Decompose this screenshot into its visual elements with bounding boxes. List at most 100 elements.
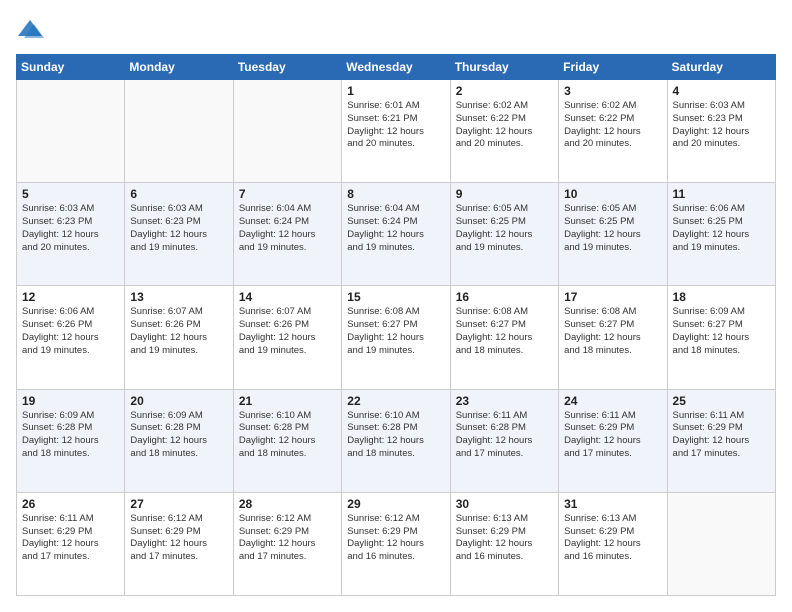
day-number: 5 <box>22 187 119 201</box>
day-info: Sunrise: 6:03 AM Sunset: 6:23 PM Dayligh… <box>130 203 227 254</box>
calendar-cell: 29Sunrise: 6:12 AM Sunset: 6:29 PM Dayli… <box>342 492 450 595</box>
calendar-cell <box>17 80 125 183</box>
calendar-cell <box>125 80 233 183</box>
calendar-cell: 30 Sunrise: 6:13 AM Sunset: 6:29 PM Dayli… <box>450 492 558 595</box>
day-number: 23 <box>456 394 553 408</box>
calendar-cell <box>233 80 341 183</box>
day-number: 27 <box>130 497 227 511</box>
calendar-cell: 7 Sunrise: 6:04 AM Sunset: 6:24 PM Daylig… <box>233 183 341 286</box>
calendar-cell: 27Sunrise: 6:12 AM Sunset: 6:29 PM Dayli… <box>125 492 233 595</box>
weekday-header-monday: Monday <box>125 55 233 80</box>
day-info: Sunrise: 6:11 AM Sunset: 6:28 PM Dayligh… <box>456 410 553 461</box>
calendar-cell: 9Sunrise: 6:05 AM Sunset: 6:25 PM Daylig… <box>450 183 558 286</box>
day-info: Sunrise: 6:10 AM Sunset: 6:28 PM Dayligh… <box>347 410 444 461</box>
day-info: Sunrise: 6:12 AM Sunset: 6:29 PM Dayligh… <box>239 513 336 564</box>
calendar-cell: 10Sunrise: 6:05 AM Sunset: 6:25 PM Dayli… <box>559 183 667 286</box>
day-number: 6 <box>130 187 227 201</box>
day-number: 28 <box>239 497 336 511</box>
calendar-cell: 6 Sunrise: 6:03 AM Sunset: 6:23 PM Daylig… <box>125 183 233 286</box>
day-number: 22 <box>347 394 444 408</box>
day-info: Sunrise: 6:05 AM Sunset: 6:25 PM Dayligh… <box>564 203 661 254</box>
weekday-header-thursday: Thursday <box>450 55 558 80</box>
day-info: Sunrise: 6:09 AM Sunset: 6:27 PM Dayligh… <box>673 306 770 357</box>
week-row-4: 26Sunrise: 6:11 AM Sunset: 6:29 PM Dayli… <box>17 492 776 595</box>
day-info: Sunrise: 6:04 AM Sunset: 6:24 PM Dayligh… <box>347 203 444 254</box>
week-row-2: 12 Sunrise: 6:06 AM Sunset: 6:26 PM Dayli… <box>17 286 776 389</box>
day-info: Sunrise: 6:11 AM Sunset: 6:29 PM Dayligh… <box>673 410 770 461</box>
page: SundayMondayTuesdayWednesdayThursdayFrid… <box>0 0 792 612</box>
logo <box>16 16 48 44</box>
day-info: Sunrise: 6:06 AM Sunset: 6:25 PM Dayligh… <box>673 203 770 254</box>
calendar-cell <box>667 492 775 595</box>
day-number: 14 <box>239 290 336 304</box>
day-info: Sunrise: 6:10 AM Sunset: 6:28 PM Dayligh… <box>239 410 336 461</box>
day-info: Sunrise: 6:04 AM Sunset: 6:24 PM Dayligh… <box>239 203 336 254</box>
weekday-header-saturday: Saturday <box>667 55 775 80</box>
calendar-cell: 20Sunrise: 6:09 AM Sunset: 6:28 PM Dayli… <box>125 389 233 492</box>
calendar-cell: 11 Sunrise: 6:06 AM Sunset: 6:25 PM Dayli… <box>667 183 775 286</box>
calendar-cell: 15Sunrise: 6:08 AM Sunset: 6:27 PM Dayli… <box>342 286 450 389</box>
weekday-header-wednesday: Wednesday <box>342 55 450 80</box>
day-info: Sunrise: 6:02 AM Sunset: 6:22 PM Dayligh… <box>456 100 553 151</box>
calendar-cell: 19 Sunrise: 6:09 AM Sunset: 6:28 PM Dayli… <box>17 389 125 492</box>
calendar-cell: 3 Sunrise: 6:02 AM Sunset: 6:22 PM Daylig… <box>559 80 667 183</box>
day-number: 19 <box>22 394 119 408</box>
day-info: Sunrise: 6:02 AM Sunset: 6:22 PM Dayligh… <box>564 100 661 151</box>
calendar-cell: 16Sunrise: 6:08 AM Sunset: 6:27 PM Dayli… <box>450 286 558 389</box>
day-info: Sunrise: 6:09 AM Sunset: 6:28 PM Dayligh… <box>22 410 119 461</box>
weekday-header-tuesday: Tuesday <box>233 55 341 80</box>
header <box>16 16 776 44</box>
day-number: 1 <box>347 84 444 98</box>
day-info: Sunrise: 6:13 AM Sunset: 6:29 PM Dayligh… <box>564 513 661 564</box>
day-info: Sunrise: 6:01 AM Sunset: 6:21 PM Dayligh… <box>347 100 444 151</box>
weekday-header-friday: Friday <box>559 55 667 80</box>
day-info: Sunrise: 6:12 AM Sunset: 6:29 PM Dayligh… <box>347 513 444 564</box>
calendar-cell: 24Sunrise: 6:11 AM Sunset: 6:29 PM Dayli… <box>559 389 667 492</box>
week-row-3: 19 Sunrise: 6:09 AM Sunset: 6:28 PM Dayli… <box>17 389 776 492</box>
day-info: Sunrise: 6:08 AM Sunset: 6:27 PM Dayligh… <box>564 306 661 357</box>
calendar-cell: 28 Sunrise: 6:12 AM Sunset: 6:29 PM Dayli… <box>233 492 341 595</box>
day-number: 2 <box>456 84 553 98</box>
day-info: Sunrise: 6:07 AM Sunset: 6:26 PM Dayligh… <box>239 306 336 357</box>
day-number: 21 <box>239 394 336 408</box>
day-number: 3 <box>564 84 661 98</box>
calendar-cell: 14 Sunrise: 6:07 AM Sunset: 6:26 PM Dayli… <box>233 286 341 389</box>
day-number: 17 <box>564 290 661 304</box>
day-info: Sunrise: 6:11 AM Sunset: 6:29 PM Dayligh… <box>564 410 661 461</box>
day-number: 16 <box>456 290 553 304</box>
day-info: Sunrise: 6:13 AM Sunset: 6:29 PM Dayligh… <box>456 513 553 564</box>
calendar-cell: 2 Sunrise: 6:02 AM Sunset: 6:22 PM Daylig… <box>450 80 558 183</box>
day-number: 25 <box>673 394 770 408</box>
calendar-cell: 21 Sunrise: 6:10 AM Sunset: 6:28 PM Dayli… <box>233 389 341 492</box>
calendar-table: SundayMondayTuesdayWednesdayThursdayFrid… <box>16 54 776 596</box>
day-info: Sunrise: 6:06 AM Sunset: 6:26 PM Dayligh… <box>22 306 119 357</box>
calendar-cell: 31 Sunrise: 6:13 AM Sunset: 6:29 PM Dayli… <box>559 492 667 595</box>
day-number: 9 <box>456 187 553 201</box>
day-number: 11 <box>673 187 770 201</box>
logo-icon <box>16 16 44 44</box>
day-info: Sunrise: 6:07 AM Sunset: 6:26 PM Dayligh… <box>130 306 227 357</box>
day-number: 18 <box>673 290 770 304</box>
calendar-cell: 1 Sunrise: 6:01 AM Sunset: 6:21 PM Daylig… <box>342 80 450 183</box>
calendar-cell: 4Sunrise: 6:03 AM Sunset: 6:23 PM Daylig… <box>667 80 775 183</box>
calendar-cell: 18 Sunrise: 6:09 AM Sunset: 6:27 PM Dayli… <box>667 286 775 389</box>
day-number: 15 <box>347 290 444 304</box>
day-info: Sunrise: 6:03 AM Sunset: 6:23 PM Dayligh… <box>673 100 770 151</box>
calendar-cell: 17 Sunrise: 6:08 AM Sunset: 6:27 PM Dayli… <box>559 286 667 389</box>
day-number: 13 <box>130 290 227 304</box>
week-row-0: 1 Sunrise: 6:01 AM Sunset: 6:21 PM Daylig… <box>17 80 776 183</box>
weekday-header-row: SundayMondayTuesdayWednesdayThursdayFrid… <box>17 55 776 80</box>
calendar-cell: 23 Sunrise: 6:11 AM Sunset: 6:28 PM Dayli… <box>450 389 558 492</box>
day-number: 30 <box>456 497 553 511</box>
calendar-cell: 5 Sunrise: 6:03 AM Sunset: 6:23 PM Daylig… <box>17 183 125 286</box>
calendar-cell: 25 Sunrise: 6:11 AM Sunset: 6:29 PM Dayli… <box>667 389 775 492</box>
day-info: Sunrise: 6:03 AM Sunset: 6:23 PM Dayligh… <box>22 203 119 254</box>
day-number: 20 <box>130 394 227 408</box>
day-number: 8 <box>347 187 444 201</box>
day-number: 12 <box>22 290 119 304</box>
day-number: 7 <box>239 187 336 201</box>
calendar-cell: 12 Sunrise: 6:06 AM Sunset: 6:26 PM Dayli… <box>17 286 125 389</box>
day-number: 31 <box>564 497 661 511</box>
day-number: 26 <box>22 497 119 511</box>
calendar-cell: 26Sunrise: 6:11 AM Sunset: 6:29 PM Dayli… <box>17 492 125 595</box>
